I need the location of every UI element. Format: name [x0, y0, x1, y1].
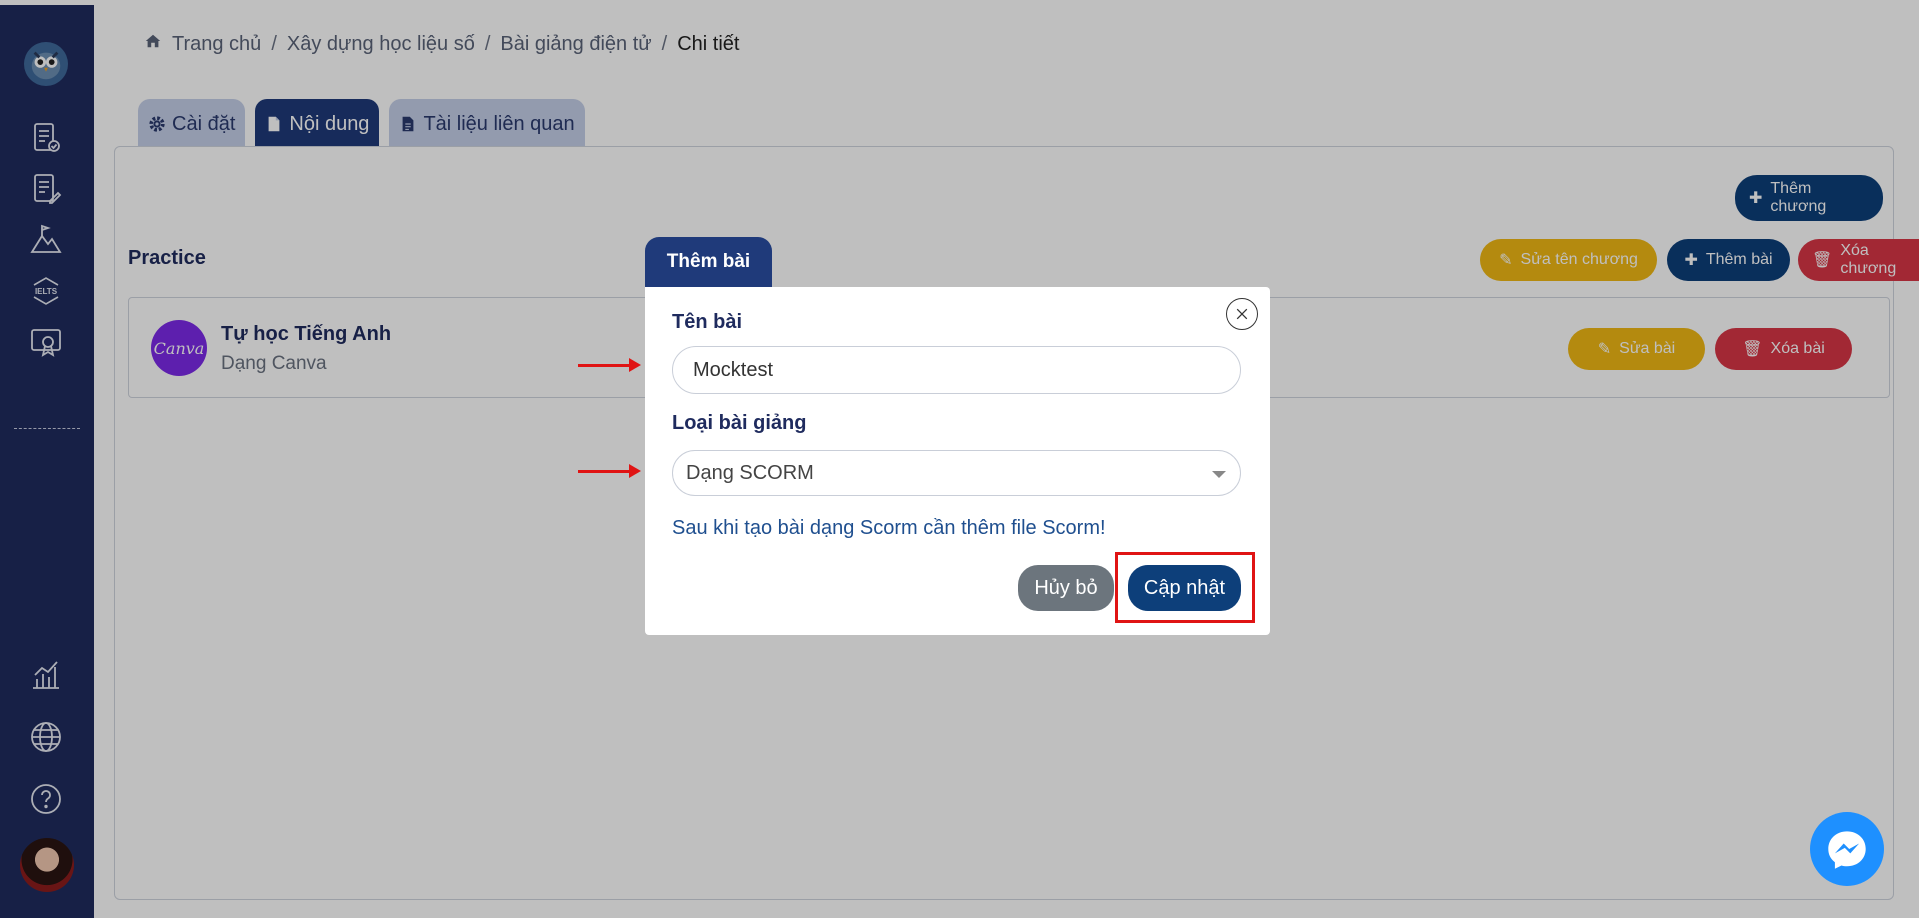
annotation-highlight-box: [1115, 552, 1255, 623]
lesson-type-label: Loại bài giảng: [672, 412, 807, 434]
close-icon[interactable]: [1226, 298, 1258, 330]
modal-title-tab: Thêm bài: [645, 237, 772, 287]
annotation-arrow: [578, 358, 641, 372]
messenger-icon[interactable]: [1810, 812, 1884, 886]
lesson-type-select[interactable]: Dạng SCORM: [672, 450, 1241, 496]
select-value: Dạng SCORM: [686, 461, 814, 484]
cancel-button[interactable]: Hủy bỏ: [1018, 565, 1114, 611]
lesson-name-label: Tên bài: [672, 311, 743, 333]
scorm-note: Sau khi tạo bài dạng Scorm cần thêm file…: [672, 517, 1106, 539]
chevron-down-icon: [1212, 471, 1226, 478]
lesson-name-input[interactable]: Mocktest: [672, 346, 1241, 394]
annotation-arrow: [578, 464, 641, 478]
